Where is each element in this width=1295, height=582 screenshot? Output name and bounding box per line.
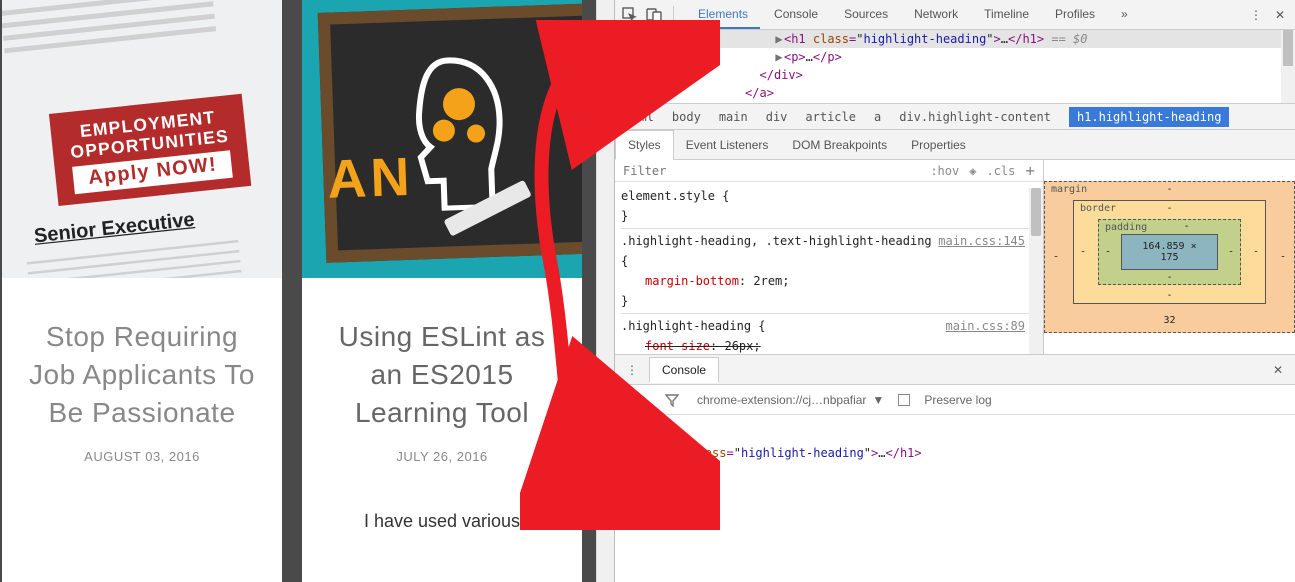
styles-filter-bar: :hov ◈ .cls + bbox=[615, 160, 1043, 182]
styles-filter-input[interactable] bbox=[623, 164, 920, 178]
devtools-panel: Elements Console Sources Network Timelin… bbox=[614, 0, 1295, 582]
box-model-pane: margin - 32 - - border - - - - padding - bbox=[1043, 160, 1295, 354]
dom-node[interactable]: </a> bbox=[615, 84, 1295, 102]
return-icon: ‹· bbox=[625, 443, 639, 463]
devtools-topbar: Elements Console Sources Network Timelin… bbox=[615, 0, 1295, 30]
console-line[interactable]: › $0 bbox=[615, 417, 1295, 441]
css-rule[interactable]: element.style { } bbox=[621, 186, 1043, 226]
article-card[interactable]: AN Using ESLint as an ES2015 Learning To… bbox=[302, 0, 582, 582]
crumb-main[interactable]: main bbox=[719, 110, 748, 124]
crumb-body[interactable]: body bbox=[672, 110, 701, 124]
page-preview: EMPLOYMENT OPPORTUNITIES Apply NOW! Seni… bbox=[0, 0, 614, 582]
add-rule-icon[interactable]: + bbox=[1025, 161, 1035, 180]
console-output[interactable]: › $0 ‹· ▶ <h1 class="highlight-heading">… bbox=[615, 415, 1295, 582]
crumb-article[interactable]: article bbox=[805, 110, 856, 124]
console-drawer-tab[interactable]: Console bbox=[649, 357, 719, 383]
prompt-icon: › bbox=[625, 419, 632, 439]
crumb-div[interactable]: div bbox=[766, 110, 788, 124]
text-cursor bbox=[638, 470, 639, 484]
card-excerpt: I have used various bbox=[302, 474, 582, 535]
crumb-a[interactable]: a bbox=[874, 110, 881, 124]
card-title[interactable]: Using ESLint as an ES2015 Learning Tool bbox=[302, 278, 582, 435]
filter-icon[interactable] bbox=[661, 389, 683, 411]
page-scrollbar[interactable] bbox=[596, 0, 614, 582]
dom-scrollbar[interactable] bbox=[1281, 30, 1295, 103]
box-model-content: 164.859 × 175 bbox=[1121, 234, 1218, 270]
tab-timeline[interactable]: Timeline bbox=[972, 0, 1041, 29]
prompt-icon: › bbox=[625, 467, 632, 487]
crumb-highlight-heading[interactable]: h1.highlight-heading bbox=[1069, 107, 1230, 127]
subtab-dom-breakpoints[interactable]: DOM Breakpoints bbox=[780, 131, 899, 159]
subtab-event-listeners[interactable]: Event Listeners bbox=[674, 131, 781, 159]
css-rules[interactable]: element.style { } main.css:145 .highligh… bbox=[615, 182, 1043, 354]
box-model-border-label: border bbox=[1080, 203, 1116, 214]
source-link[interactable]: main.css:145 bbox=[938, 231, 1025, 251]
tab-more-icon[interactable]: » bbox=[1109, 0, 1140, 29]
preserve-log-checkbox[interactable] bbox=[898, 394, 910, 406]
card-title[interactable]: Stop Requiring Job Applicants To Be Pass… bbox=[2, 278, 282, 435]
subtab-properties[interactable]: Properties bbox=[899, 131, 978, 159]
card-date: AUGUST 03, 2016 bbox=[2, 435, 282, 474]
article-card[interactable]: EMPLOYMENT OPPORTUNITIES Apply NOW! Seni… bbox=[2, 0, 282, 582]
tab-elements[interactable]: Elements bbox=[686, 0, 760, 29]
newspaper-heading: Senior Executive bbox=[33, 209, 196, 248]
close-icon[interactable]: ✕ bbox=[1267, 359, 1289, 381]
expand-toggle-icon[interactable]: ▶ bbox=[774, 48, 784, 66]
kebab-menu-icon[interactable]: ⋮ bbox=[621, 359, 643, 381]
console-input-line[interactable]: › bbox=[615, 465, 1295, 489]
context-selector[interactable]: chrome-extension://cj…nbpafiar ▼ bbox=[697, 393, 884, 407]
dom-node[interactable]: ▶<p>…</p> bbox=[615, 48, 1295, 66]
kebab-menu-icon[interactable]: ⋮ bbox=[1245, 4, 1267, 26]
tab-sources[interactable]: Sources bbox=[832, 0, 900, 29]
ad-label: EMPLOYMENT OPPORTUNITIES Apply NOW! bbox=[49, 94, 252, 206]
box-model[interactable]: margin - 32 - - border - - - - padding - bbox=[1044, 181, 1295, 333]
device-toggle-icon[interactable] bbox=[643, 4, 665, 26]
source-link[interactable]: main.css:89 bbox=[946, 316, 1025, 336]
card-date: JULY 26, 2016 bbox=[302, 435, 582, 474]
chevron-down-icon: ▼ bbox=[872, 393, 884, 407]
crumb-highlight-content[interactable]: div.highlight-content bbox=[899, 110, 1051, 124]
hov-toggle[interactable]: :hov bbox=[930, 164, 959, 178]
tab-network[interactable]: Network bbox=[902, 0, 970, 29]
head-gears-icon bbox=[387, 48, 523, 212]
dom-tree[interactable]: ▶<h1 class="highlight-heading">…</h1> ==… bbox=[615, 30, 1295, 104]
card-image: AN bbox=[302, 0, 582, 278]
diamond-icon[interactable]: ◈ bbox=[969, 164, 976, 178]
console-toolbar: chrome-extension://cj…nbpafiar ▼ Preserv… bbox=[615, 385, 1295, 415]
dom-node-selected[interactable]: ▶<h1 class="highlight-heading">…</h1> ==… bbox=[615, 30, 1295, 48]
inspect-icon[interactable] bbox=[619, 4, 641, 26]
card-image: EMPLOYMENT OPPORTUNITIES Apply NOW! Seni… bbox=[2, 0, 282, 278]
devtools-tabs: Elements Console Sources Network Timelin… bbox=[686, 0, 1243, 29]
close-icon[interactable]: ✕ bbox=[1269, 4, 1291, 26]
dom-node[interactable]: </div> bbox=[615, 66, 1295, 84]
box-model-margin-label: margin bbox=[1051, 184, 1087, 195]
console-drawer-bar: ⋮ Console ✕ bbox=[615, 355, 1295, 385]
styles-subtabs: Styles Event Listeners DOM Breakpoints P… bbox=[615, 130, 1295, 160]
tab-console[interactable]: Console bbox=[762, 0, 830, 29]
crumb-html[interactable]: html bbox=[625, 110, 654, 124]
styles-scrollbar[interactable] bbox=[1029, 188, 1043, 354]
preserve-log-label: Preserve log bbox=[924, 393, 991, 407]
console-line[interactable]: ‹· ▶ <h1 class="highlight-heading">…</h1… bbox=[615, 441, 1295, 465]
tab-profiles[interactable]: Profiles bbox=[1043, 0, 1107, 29]
styles-pane: :hov ◈ .cls + element.style { } main.css… bbox=[615, 160, 1295, 355]
subtab-styles[interactable]: Styles bbox=[615, 130, 674, 160]
css-rule[interactable]: main.css:145 .highlight-heading, .text-h… bbox=[621, 231, 1043, 311]
clear-console-icon[interactable] bbox=[625, 389, 647, 411]
expand-toggle-icon[interactable]: ▶ bbox=[774, 30, 784, 48]
box-model-padding-label: padding bbox=[1105, 222, 1147, 233]
breadcrumb: html body main div article a div.highlig… bbox=[615, 104, 1295, 130]
cls-toggle[interactable]: .cls bbox=[986, 164, 1015, 178]
css-rule[interactable]: main.css:89 .highlight-heading { font-si… bbox=[621, 316, 1043, 354]
expand-toggle-icon[interactable]: ▶ bbox=[645, 443, 655, 463]
